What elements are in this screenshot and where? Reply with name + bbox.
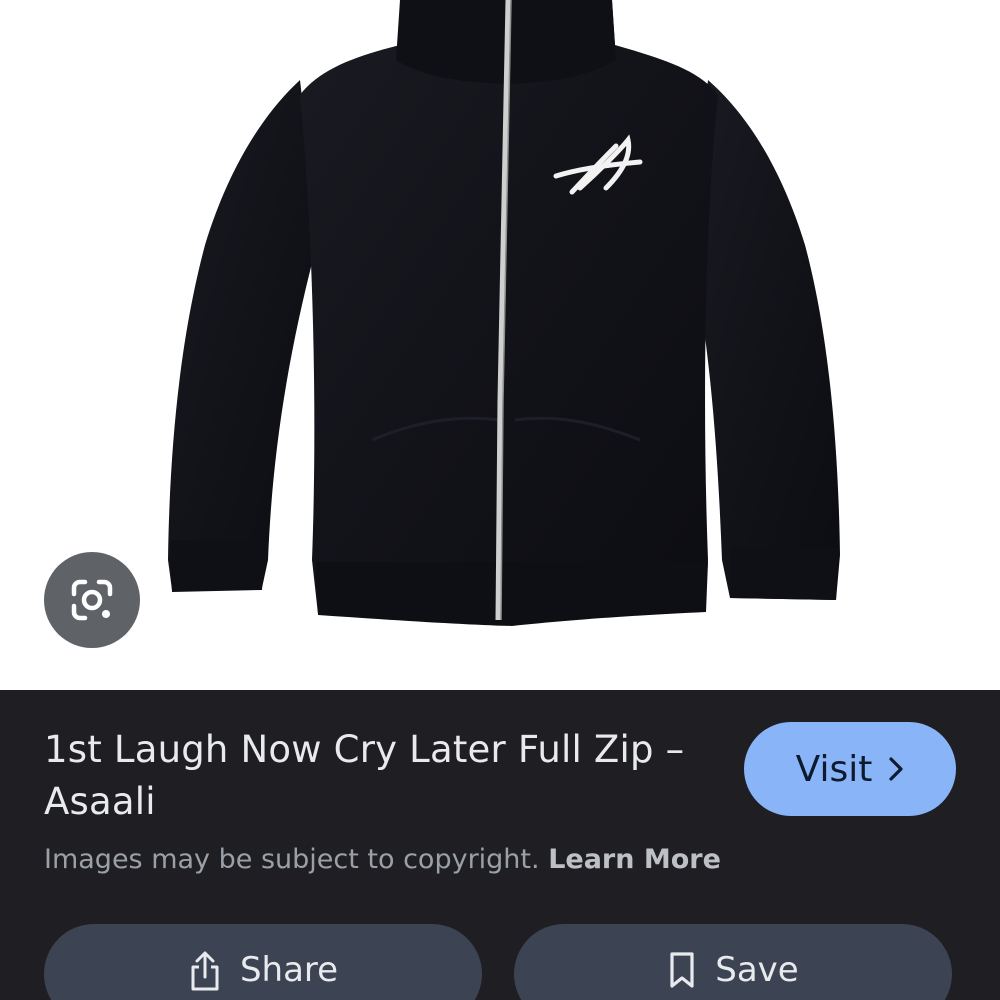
bookmark-icon xyxy=(667,950,697,990)
share-button[interactable]: Share xyxy=(44,924,482,1000)
copyright-text: Images may be subject to copyright. xyxy=(44,844,540,875)
image-result-viewer: 1st Laugh Now Cry Later Full Zip – Asaal… xyxy=(0,0,1000,1000)
result-title: 1st Laugh Now Cry Later Full Zip – Asaal… xyxy=(44,728,685,823)
visit-button[interactable]: Visit xyxy=(744,722,956,816)
share-icon xyxy=(188,950,222,992)
save-button[interactable]: Save xyxy=(514,924,952,1000)
copyright-notice: Images may be subject to copyright. Lear… xyxy=(44,840,721,880)
visit-label: Visit xyxy=(795,748,873,790)
learn-more-link[interactable]: Learn More xyxy=(548,844,721,875)
google-lens-icon xyxy=(71,579,113,621)
product-image-hoodie xyxy=(168,0,840,626)
share-label: Share xyxy=(239,950,339,990)
image-preview[interactable] xyxy=(0,0,1000,690)
chevron-right-icon xyxy=(889,757,903,781)
lens-search-button[interactable] xyxy=(44,552,140,648)
save-label: Save xyxy=(715,950,799,990)
